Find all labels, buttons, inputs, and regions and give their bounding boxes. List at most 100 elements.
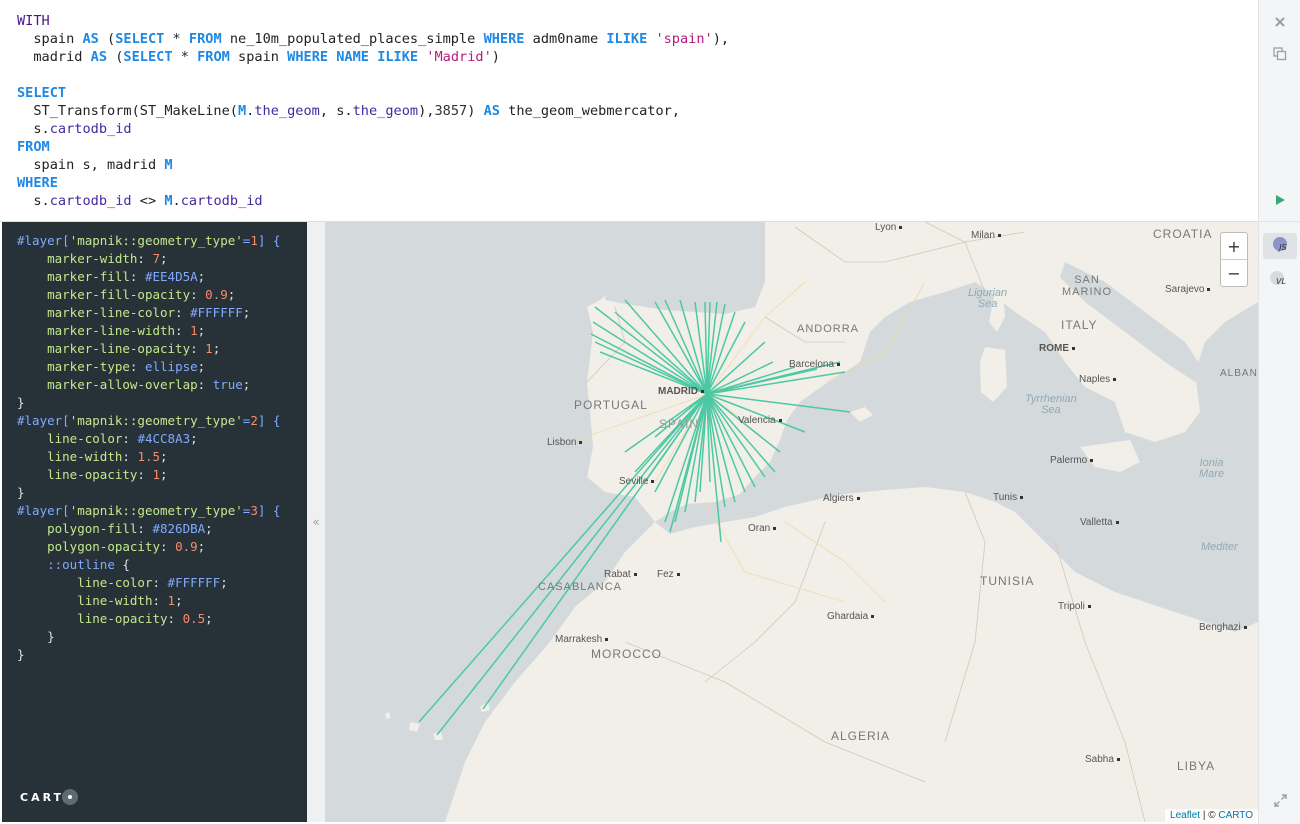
js-toggle[interactable]: JS [1259,233,1300,259]
sql-editor[interactable]: WITH spain AS (SELECT * FROM ne_10m_popu… [0,0,1258,222]
cartocss-line: marker-fill-opacity: 0.9; [47,287,236,302]
label-sabha: Sabha [1085,754,1120,765]
label-alban: ALBAN [1220,368,1258,379]
madrid-line [624,299,708,395]
label-san-marino: SAN MARINO [1062,274,1112,298]
cartocss-code[interactable]: #layer['mapnik::geometry_type'=1] { mark… [17,232,280,664]
sql-line: s.cartodb_id [17,121,132,137]
sql-line: madrid AS (SELECT * FROM spain WHERE NAM… [17,49,500,65]
sidebar-divider [1259,221,1300,222]
cartocss-line: line-color: #FFFFFF; [77,575,228,590]
label-casablanca: CASABLANCA [538,581,622,593]
label-seville: Seville [619,476,654,487]
cartocss-line: } [17,647,25,662]
label-valencia: Valencia [738,415,782,426]
sql-line: WHERE [17,175,58,191]
js-label: JS [1279,242,1287,252]
map-attribution: Leaflet | © CARTO [1165,809,1258,822]
label-algiers: Algiers [823,493,860,504]
attribution-separator: | © [1200,810,1219,821]
label-ghardaia: Ghardaia [827,611,874,622]
map[interactable]: Lyon Milan CROATIA SAN MARINO Sarajevo A… [325,222,1258,822]
cartocss-line: line-opacity: 0.5; [77,611,213,626]
cartocss-line: ::outline { [47,557,130,572]
sql-line: WITH [17,13,50,29]
label-libya: LIBYA [1177,759,1216,773]
vl-toggle[interactable]: VL [1259,268,1300,290]
cartocss-line: } [17,485,25,500]
collapse-panel-button[interactable]: « [307,222,325,822]
cartocss-line: line-width: 1; [77,593,183,608]
leaflet-link[interactable]: Leaflet [1170,810,1200,821]
sql-line: spain s, madrid M [17,157,173,173]
cartocss-line: polygon-fill: #826DBA; [47,521,213,536]
cartocss-line: marker-line-color: #FFFFFF; [47,305,251,320]
cartocss-line: marker-fill: #EE4D5A; [47,269,206,284]
label-palermo: Palermo [1050,455,1093,466]
sql-line: ST_Transform(ST_MakeLine(M.the_geom, s.t… [17,103,681,119]
label-croatia: CROATIA [1153,227,1213,241]
madrid-line [706,393,766,478]
sql-line [17,66,729,84]
cartocss-line: #layer['mapnik::geometry_type'=2] { [17,413,281,428]
madrid-line [482,393,708,710]
collapse-icon: « [312,515,320,529]
sql-line: FROM [17,139,50,155]
label-milan: Milan [971,230,1001,241]
label-morocco: MOROCCO [591,647,662,661]
cartocss-line: marker-line-opacity: 1; [47,341,221,356]
label-italy: ITALY [1061,318,1098,332]
cartocss-line: } [17,629,55,644]
label-spain: SPAIN [659,417,700,431]
play-icon [1276,195,1285,205]
cartocss-line: } [17,395,25,410]
label-tyrrhenian-sea: Tyrrhenian Sea [1025,393,1077,416]
label-fez: Fez [657,569,680,580]
madrid-line [654,393,708,493]
cartocss-line: marker-allow-overlap: true; [47,377,251,392]
label-rabat: Rabat [604,569,637,580]
madrid-line [706,321,746,395]
label-lyon: Lyon [875,222,902,233]
cartocss-line: #layer['mapnik::geometry_type'=3] { [17,503,281,518]
sql-line: SELECT [17,85,67,101]
label-ionian-sea: Ionia Mare [1199,457,1225,480]
label-madrid: MADRID [658,386,704,397]
cartocss-line: marker-type: ellipse; [47,359,206,374]
label-oran: Oran [748,523,776,534]
label-ligurian-sea: Ligurian Sea [968,287,1008,310]
zoom-control: + − [1220,232,1248,287]
label-tunis: Tunis [993,492,1023,503]
sql-code[interactable]: WITH spain AS (SELECT * FROM ne_10m_popu… [17,12,729,210]
close-icon[interactable] [1259,10,1300,34]
cartocss-line: #layer['mapnik::geometry_type'=1] { [17,233,281,248]
label-algeria: ALGERIA [831,729,891,743]
carto-logo-mark [62,789,79,805]
label-naples: Naples [1079,374,1116,385]
vl-label: VL [1276,277,1286,286]
expand-icon[interactable] [1259,788,1300,812]
label-valletta: Valletta [1080,517,1119,528]
sql-line: spain AS (SELECT * FROM ne_10m_populated… [17,31,730,47]
zoom-out-button[interactable]: − [1221,259,1247,286]
carto-logo-text: CART [20,791,65,804]
label-portugal: PORTUGAL [574,398,648,412]
label-benghazi: Benghazi [1199,622,1247,633]
cartocss-line: line-color: #4CC8A3; [47,431,198,446]
cartocss-line: polygon-opacity: 0.9; [47,539,206,554]
carto-link[interactable]: CARTO [1218,810,1253,821]
carto-logo: CART [20,789,79,806]
cartocss-line: marker-line-width: 1; [47,323,206,338]
zoom-in-button[interactable]: + [1221,233,1247,259]
label-tunisia: TUNISIA [980,574,1035,588]
right-toolbar: JS VL [1258,0,1300,824]
run-button[interactable] [1259,188,1300,212]
label-andorra: ANDORRA [797,323,860,335]
copy-icon[interactable] [1259,42,1300,66]
label-rome: ROME [1039,343,1075,354]
label-sarajevo: Sarajevo [1165,284,1210,295]
madrid-line [706,366,796,395]
label-marrakesh: Marrakesh [555,634,608,645]
cartocss-editor[interactable]: #layer['mapnik::geometry_type'=1] { mark… [2,222,307,822]
label-tripoli: Tripoli [1058,601,1091,612]
